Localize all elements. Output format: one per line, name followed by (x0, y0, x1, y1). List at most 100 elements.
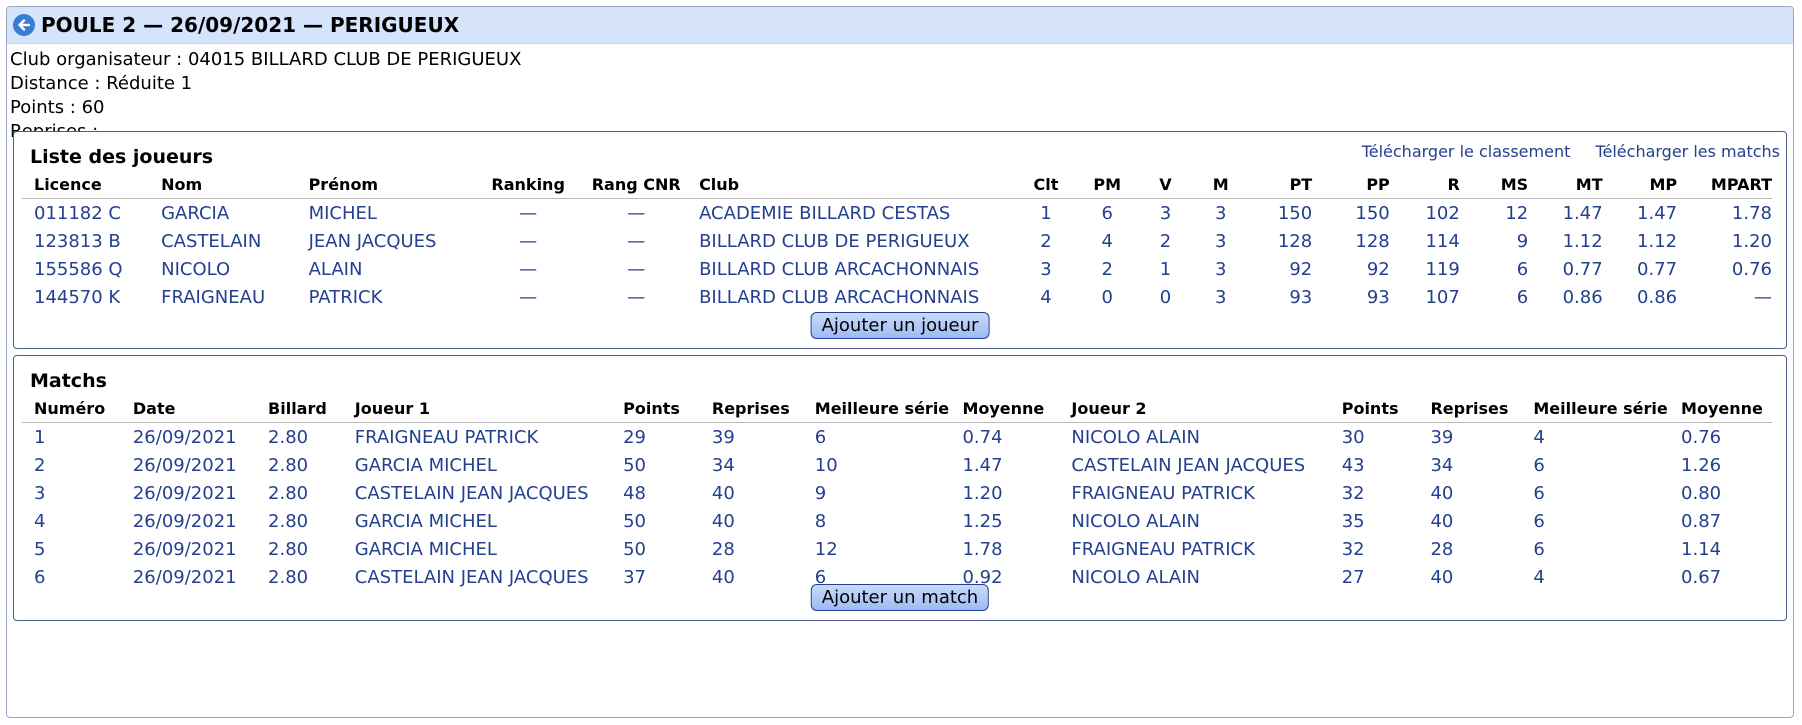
player-cell: 92 (1366, 258, 1390, 280)
match-cell: 2.80 (268, 454, 309, 476)
players-col-header: Ranking (471, 172, 574, 199)
player-row[interactable]: 123813 B CASTELAIN JEAN JACQUES — — BILLARD C… (22, 227, 1772, 255)
matches-col-header: Moyenne (1669, 396, 1772, 423)
download-ranking-link[interactable]: Télécharger le classement (1362, 142, 1571, 161)
player-cell: 1.78 (1731, 202, 1772, 224)
matches-col-header: Billard (256, 396, 343, 423)
distance: Distance : Réduite 1 (10, 73, 193, 94)
match-cell: 6 (1533, 454, 1545, 476)
match-cell: 6 (1533, 538, 1545, 560)
match-cell: 30 (1341, 426, 1365, 448)
player-cell: 1.47 (1637, 202, 1678, 224)
match-cell: 50 (623, 538, 647, 560)
player-cell: FRAIGNEAU (161, 286, 266, 308)
match-cell: 2.80 (268, 482, 309, 504)
match-cell: 50 (623, 510, 647, 532)
add-match-button[interactable]: Ajouter un match (810, 584, 990, 611)
match-cell: CASTELAIN JEAN JACQUES (1071, 454, 1306, 476)
add-player-button[interactable]: Ajouter un joueur (810, 312, 990, 339)
matches-title: Matchs (30, 370, 107, 392)
match-cell: 32 (1341, 482, 1365, 504)
player-cell: 0.77 (1562, 258, 1603, 280)
match-cell: GARCIA MICHEL (354, 510, 497, 532)
match-row[interactable]: 2 26/09/2021 2.80 GARCIA MICHEL 50 34 10 1.47 CA… (22, 451, 1772, 479)
match-cell: FRAIGNEAU PATRICK (1071, 538, 1255, 560)
match-cell: 4 (1533, 426, 1545, 448)
player-cell: 011182 C (34, 202, 122, 224)
match-cell: 5 (34, 538, 46, 560)
matches-col-header: Joueur 1 (342, 396, 612, 423)
players-col-header: V (1131, 172, 1188, 199)
player-cell: 6 (1101, 202, 1113, 224)
player-cell: 3 (1159, 202, 1172, 224)
players-col-header: Rang CNR (573, 172, 688, 199)
match-cell: 29 (623, 426, 647, 448)
player-cell: 1.12 (1637, 230, 1678, 252)
match-cell: 39 (1430, 426, 1454, 448)
match-cell: NICOLO ALAIN (1071, 510, 1201, 532)
match-cell: 3 (34, 482, 46, 504)
match-cell: 1.14 (1681, 538, 1722, 560)
player-cell: — (519, 258, 538, 280)
player-cell: 2 (1159, 230, 1172, 252)
player-row[interactable]: 011182 C GARCIA MICHEL — — ACADEMIE BILLARD C… (22, 199, 1772, 228)
player-cell: 0.86 (1637, 286, 1678, 308)
player-cell: 1 (1159, 258, 1172, 280)
player-cell: BILLARD CLUB ARCACHONNAIS (699, 258, 980, 280)
match-cell: 26/09/2021 (132, 566, 237, 588)
player-row[interactable]: 155586 Q NICOLO ALAIN — — BILLARD CLUB ARCACH… (22, 255, 1772, 283)
player-cell: 114 (1425, 230, 1460, 252)
poule-info: Club organisateur : 04015 BILLARD CLUB D… (7, 44, 1793, 144)
match-cell: 0.87 (1681, 510, 1722, 532)
match-cell: 6 (1533, 510, 1545, 532)
players-col-header: MPART (1677, 172, 1772, 199)
players-col-header: R (1389, 172, 1460, 199)
match-row[interactable]: 4 26/09/2021 2.80 GARCIA MICHEL 50 40 8 1.25 NIC… (22, 507, 1772, 535)
match-cell: 6 (34, 566, 46, 588)
match-cell: 26/09/2021 (132, 426, 237, 448)
player-row[interactable]: 144570 K FRAIGNEAU PATRICK — — BILLARD CLUB A… (22, 283, 1772, 311)
back-arrow-icon[interactable] (13, 14, 35, 36)
match-cell: NICOLO ALAIN (1071, 426, 1201, 448)
match-row[interactable]: 3 26/09/2021 2.80 CASTELAIN JEAN JACQUES 48 4… (22, 479, 1772, 507)
matches-col-header: Points (1329, 396, 1419, 423)
match-row[interactable]: 5 26/09/2021 2.80 GARCIA MICHEL 50 28 12 1.78 FR… (22, 535, 1772, 563)
players-col-header: Club (687, 172, 1010, 199)
match-cell: 39 (711, 426, 735, 448)
matches-col-header: Points (611, 396, 700, 423)
match-cell: 28 (1430, 538, 1454, 560)
players-col-header: PM (1070, 172, 1132, 199)
player-cell: 0.77 (1637, 258, 1678, 280)
match-cell: 26/09/2021 (132, 454, 237, 476)
match-cell: 26/09/2021 (132, 538, 237, 560)
match-cell: 0.67 (1681, 566, 1722, 588)
player-cell: JEAN JACQUES (308, 230, 437, 252)
match-cell: 32 (1341, 538, 1365, 560)
player-cell: 1.47 (1562, 202, 1603, 224)
player-cell: 9 (1516, 230, 1529, 252)
player-cell: 4 (1040, 286, 1052, 308)
download-matches-link[interactable]: Télécharger les matchs (1595, 142, 1780, 161)
match-cell: 40 (1430, 510, 1454, 532)
match-cell: 50 (623, 454, 647, 476)
match-cell: 1 (34, 426, 46, 448)
player-cell: 0 (1159, 286, 1172, 308)
player-cell: 123813 B (34, 230, 121, 252)
player-cell: — (519, 230, 538, 252)
match-cell: 4 (34, 510, 46, 532)
player-cell: 102 (1425, 202, 1460, 224)
match-cell: FRAIGNEAU PATRICK (354, 426, 539, 448)
player-cell: 92 (1289, 258, 1313, 280)
match-cell: 1.47 (962, 454, 1003, 476)
match-cell: 40 (711, 566, 735, 588)
player-cell: 107 (1425, 286, 1460, 308)
matches-col-header: Reprises (699, 396, 803, 423)
players-col-header: Prénom (296, 172, 471, 199)
match-row[interactable]: 1 26/09/2021 2.80 FRAIGNEAU PATRICK 29 39 6 0.7… (22, 423, 1772, 452)
player-cell: — (627, 258, 646, 280)
page-title: POULE 2 — 26/09/2021 — PERIGUEUX (41, 13, 460, 37)
match-cell: 9 (814, 482, 827, 504)
match-cell: 2.80 (268, 566, 309, 588)
player-cell: 93 (1289, 286, 1313, 308)
player-cell: CASTELAIN (161, 230, 262, 252)
